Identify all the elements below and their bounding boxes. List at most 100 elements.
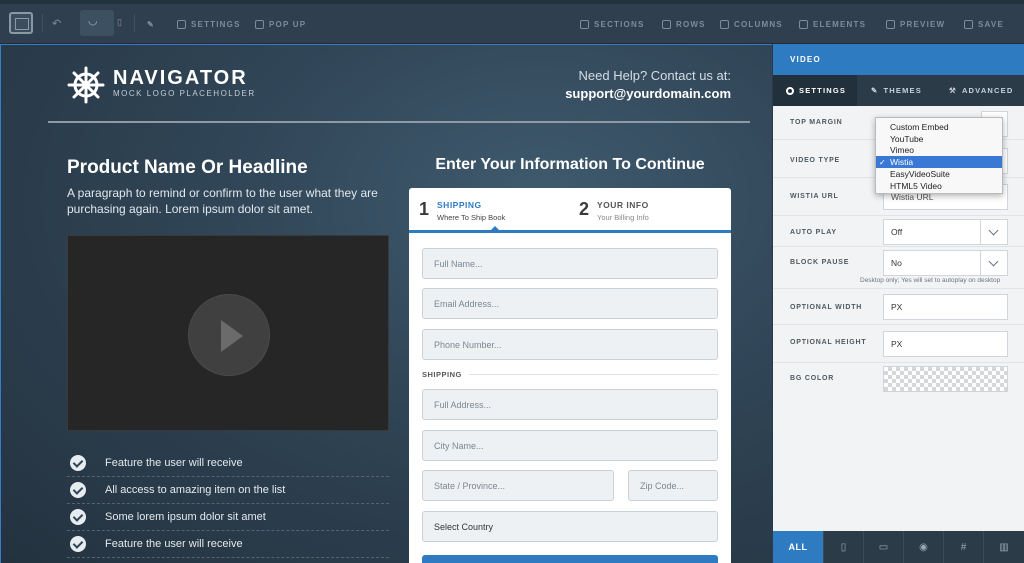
dropdown-option-youtube[interactable]: YouTube — [876, 133, 1002, 145]
check-circle-icon — [70, 455, 86, 471]
rows-button[interactable]: ROWS — [662, 17, 706, 31]
checkmark-icon: ✓ — [879, 157, 886, 167]
panel-tabs: SETTINGS ✎ THEMES ⚒ ADVANCED — [773, 75, 1024, 106]
toolbar-top-strip — [0, 0, 1024, 4]
brand-name: NAVIGATOR — [113, 67, 248, 89]
desktop-icon[interactable]: ▭ — [863, 531, 903, 563]
eye-icon — [886, 19, 895, 29]
brand-subtitle: MOCK LOGO PLACEHOLDER — [113, 89, 256, 98]
auto-play-row: AUTO PLAY Off — [773, 216, 1024, 247]
ship-wheel-icon — [67, 66, 105, 104]
top-margin-label: TOP MARGIN — [790, 119, 843, 126]
dropdown-option-html5-video[interactable]: HTML5 Video — [876, 180, 1002, 192]
video-placeholder[interactable] — [67, 235, 389, 431]
chevron-down-icon — [980, 251, 1007, 275]
dropdown-option-easyvideosuite[interactable]: EasyVideoSuite — [876, 168, 1002, 180]
dropdown-option-vimeo[interactable]: Vimeo — [876, 145, 1002, 157]
country-select[interactable]: Select Country — [422, 511, 718, 542]
help-email[interactable]: support@yourdomain.com — [565, 86, 731, 101]
block-pause-select[interactable]: No — [883, 250, 1008, 276]
toolbar-divider — [42, 14, 43, 32]
bg-color-label: BG COLOR — [790, 375, 835, 382]
list-item[interactable]: All access to amazing item on the list — [67, 477, 389, 504]
shipping-section-label: SHIPPING — [422, 370, 462, 379]
email-field[interactable]: Email Address... — [422, 288, 718, 319]
video-type-label: VIDEO TYPE — [790, 157, 841, 164]
wistia-url-label: WISTIA URL — [790, 193, 839, 200]
desktop-view-icon: ◡ — [88, 15, 98, 27]
list-item[interactable]: Some lorem ipsum dolor sit amet — [67, 504, 389, 531]
wrench-icon: ⚒ — [949, 86, 957, 95]
phone-icon[interactable]: ▯ — [823, 531, 863, 563]
bg-color-swatch[interactable] — [883, 366, 1008, 392]
hash-icon[interactable]: # — [943, 531, 983, 563]
tab-advanced[interactable]: ⚒ ADVANCED — [949, 75, 1013, 106]
optional-height-row: OPTIONAL HEIGHT PX — [773, 325, 1024, 363]
panel-bottom-bar: ALL ▯ ▭ ◉ # ▥ — [773, 531, 1024, 563]
step-your-info[interactable]: 2 YOUR INFO Your Billing Info — [579, 198, 649, 222]
tab-themes[interactable]: ✎ THEMES — [871, 75, 922, 106]
save-button[interactable]: SAVE — [964, 17, 1004, 31]
order-form: 1 SHIPPING Where To Ship Book 2 YOUR INF… — [409, 188, 731, 563]
video-type-dropdown: Custom Embed YouTube Vimeo ✓ Wistia EasyV… — [875, 117, 1003, 194]
all-devices-button[interactable]: ALL — [773, 531, 823, 563]
address-field[interactable]: Full Address... — [422, 389, 718, 420]
chevron-down-icon — [980, 220, 1007, 244]
step-shipping[interactable]: 1 SHIPPING Where To Ship Book — [419, 198, 505, 222]
save-icon — [964, 19, 973, 29]
product-headline[interactable]: Product Name Or Headline — [67, 157, 308, 179]
state-field[interactable]: State / Province... — [422, 470, 614, 501]
optional-height-label: OPTIONAL HEIGHT — [790, 339, 867, 346]
submit-button[interactable] — [422, 555, 718, 563]
settings-button[interactable]: SETTINGS — [177, 17, 241, 31]
columns-icon — [720, 19, 729, 29]
optional-width-input[interactable]: PX — [883, 294, 1008, 320]
block-pause-hint: Desktop only; Yes will set to autoplay o… — [860, 277, 1001, 284]
form-steps: 1 SHIPPING Where To Ship Book 2 YOUR INF… — [409, 188, 731, 233]
feature-list: Feature the user will receive All access… — [67, 450, 389, 558]
columns-button[interactable]: COLUMNS — [720, 17, 783, 31]
tab-settings[interactable]: SETTINGS — [773, 75, 857, 106]
check-circle-icon — [70, 482, 86, 498]
eye-icon[interactable]: ◉ — [903, 531, 943, 563]
toolbar-divider — [134, 14, 135, 32]
header-divider — [48, 121, 750, 123]
app-logo-icon[interactable] — [9, 12, 33, 34]
product-paragraph[interactable]: A paragraph to remind or confirm to the … — [67, 185, 397, 217]
active-step-indicator — [489, 226, 501, 232]
optional-width-label: OPTIONAL WIDTH — [790, 304, 863, 311]
preview-button[interactable]: PREVIEW — [886, 17, 945, 31]
form-title[interactable]: Enter Your Information To Continue — [409, 156, 731, 174]
auto-play-select[interactable]: Off — [883, 219, 1008, 245]
city-field[interactable]: City Name... — [422, 430, 718, 461]
full-name-field[interactable]: Full Name... — [422, 248, 718, 279]
play-icon[interactable] — [188, 294, 270, 376]
elements-button[interactable]: ELEMENTS — [799, 17, 866, 31]
dropdown-option-custom-embed[interactable]: Custom Embed — [876, 121, 1002, 133]
list-item[interactable]: Feature the user will receive — [67, 450, 389, 477]
check-circle-icon — [70, 536, 86, 552]
popup-icon — [255, 19, 264, 29]
phone-field[interactable]: Phone Number... — [422, 329, 718, 360]
dropdown-option-wistia[interactable]: ✓ Wistia — [876, 156, 1002, 169]
phone-view-icon[interactable]: ▯ — [117, 17, 122, 28]
elements-icon — [799, 19, 808, 29]
help-text: Need Help? Contact us at: — [578, 68, 731, 83]
rows-icon — [662, 19, 671, 29]
optional-width-row: OPTIONAL WIDTH PX — [773, 289, 1024, 325]
sections-button[interactable]: SECTIONS — [580, 17, 645, 31]
tools-icon[interactable]: ✎ — [147, 17, 155, 31]
top-toolbar: ↶ ◡ ▯ ✎ SETTINGS POP UP SECTIONS ROWS CO… — [0, 0, 1024, 44]
list-item[interactable]: Feature the user will receive — [67, 531, 389, 558]
gear-icon — [177, 19, 186, 29]
trash-icon[interactable]: ▥ — [983, 531, 1024, 563]
popup-button[interactable]: POP UP — [255, 17, 306, 31]
zip-field[interactable]: Zip Code... — [628, 470, 718, 501]
optional-height-input[interactable]: PX — [883, 331, 1008, 357]
check-circle-icon — [70, 509, 86, 525]
block-pause-label: BLOCK PAUSE — [790, 259, 850, 266]
auto-play-label: AUTO PLAY — [790, 229, 837, 236]
brush-icon: ✎ — [871, 86, 879, 95]
gear-icon — [786, 86, 794, 95]
undo-icon[interactable]: ↶ — [52, 17, 61, 30]
